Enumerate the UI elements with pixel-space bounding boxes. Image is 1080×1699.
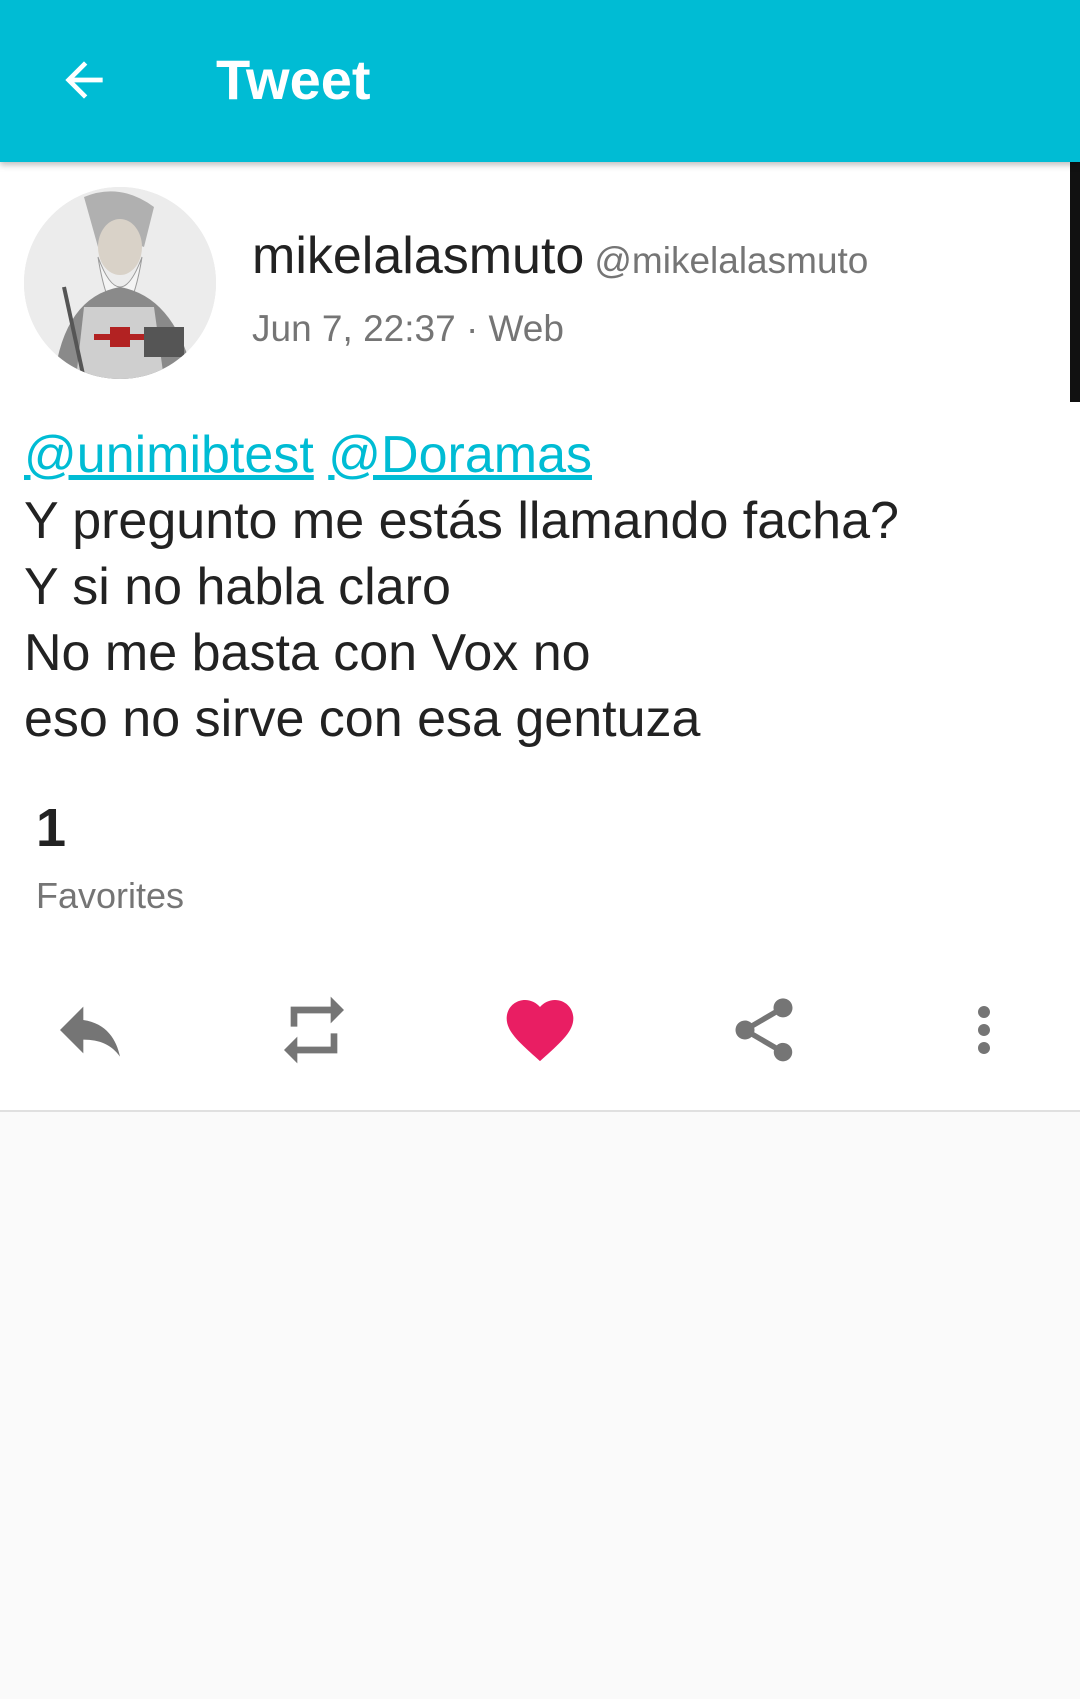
tweet-line: Y si no habla claro [24, 558, 451, 616]
tweet-line: No me basta con Vox no [24, 624, 591, 682]
tweet-text: @unimibtest @Doramas Y pregunto me estás… [24, 422, 1054, 752]
avatar-image [24, 187, 216, 379]
reply-button[interactable] [42, 982, 138, 1078]
tweet-meta: Jun 7, 22:37 · Web [252, 308, 564, 349]
share-button[interactable] [716, 982, 812, 1078]
more-vert-icon [978, 1006, 990, 1054]
favorites-label: Favorites [36, 875, 185, 916]
screen-name: @mikelalasmuto [594, 240, 869, 281]
retweet-icon [284, 996, 344, 1064]
mentions-line: @unimibtest @Doramas [24, 422, 1054, 488]
scrollbar[interactable] [1070, 162, 1080, 402]
retweet-button[interactable] [266, 982, 362, 1078]
reply-icon [60, 1006, 120, 1057]
arrow-back-icon [65, 61, 103, 99]
avatar[interactable] [24, 187, 216, 379]
back-button[interactable] [44, 40, 124, 120]
tweet-line: Y pregunto me estás llamando facha? [24, 492, 899, 550]
share-icon [735, 998, 793, 1062]
display-name-text: mikelalasmuto [252, 227, 585, 285]
favorites-count[interactable]: 1 [36, 798, 66, 858]
like-button[interactable] [492, 982, 588, 1078]
tweet-line: eso no sirve con esa gentuza [24, 690, 701, 748]
app-bar: Tweet [0, 0, 1080, 162]
heart-icon [506, 1000, 574, 1062]
display-name[interactable]: mikelalasmuto @mikelalasmuto [252, 224, 868, 293]
mention-link[interactable]: @unimibtest [24, 426, 314, 484]
tweet-card: mikelalasmuto @mikelalasmuto Jun 7, 22:37… [0, 162, 1080, 1112]
more-options-button[interactable] [936, 982, 1032, 1078]
mention-link[interactable]: @Doramas [328, 426, 592, 484]
page-title: Tweet [216, 48, 371, 111]
